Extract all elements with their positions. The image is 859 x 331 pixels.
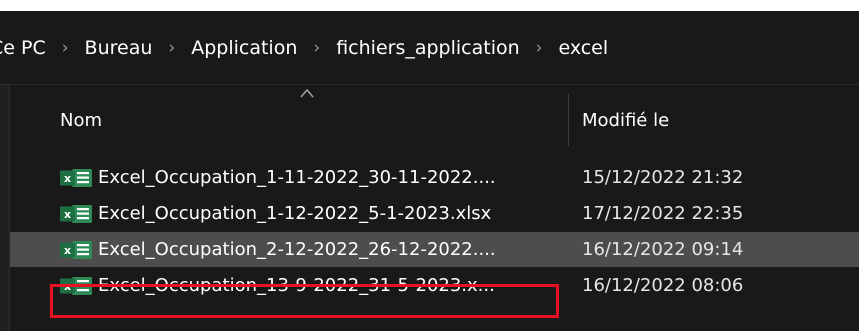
svg-text:x: x (64, 208, 71, 221)
breadcrumb-item-bureau[interactable]: Bureau (85, 37, 153, 59)
chevron-right-icon[interactable]: › (168, 38, 175, 58)
file-modified-date: 17/12/2022 22:35 (582, 203, 744, 224)
file-list: x Excel_Occupation_1-11-2022_30-11-2022.… (10, 160, 859, 304)
breadcrumb-item-excel[interactable]: excel (558, 37, 608, 59)
excel-file-icon: x (60, 240, 92, 259)
file-row-selected[interactable]: x Excel_Occupation_2-12-2022_26-12-2022.… (10, 232, 859, 267)
excel-file-icon: x (60, 168, 92, 187)
file-modified-date: 16/12/2022 09:14 (582, 239, 744, 260)
chevron-right-icon[interactable]: › (536, 38, 543, 58)
svg-text:x: x (64, 244, 71, 257)
file-name: Excel_Occupation_1-12-2022_5-1-2023.xlsx (98, 203, 492, 224)
file-modified-date: 16/12/2022 08:06 (582, 275, 744, 296)
navigation-pane[interactable] (0, 85, 9, 331)
chevron-right-icon[interactable]: › (313, 38, 320, 58)
file-row[interactable]: x Excel_Occupation_1-12-2022_5-1-2023.xl… (10, 196, 859, 231)
column-header-modified[interactable]: Modifié le (582, 85, 842, 155)
excel-file-icon: x (60, 276, 92, 295)
file-name: Excel_Occupation_1-11-2022_30-11-2022...… (98, 167, 496, 188)
file-modified-date: 15/12/2022 21:32 (582, 167, 744, 188)
chevron-right-icon[interactable]: › (62, 38, 69, 58)
file-row[interactable]: x Excel_Occupation_1-11-2022_30-11-2022.… (10, 160, 859, 195)
sort-ascending-icon (300, 88, 314, 98)
window: Ce PC › Bureau › Application › fichiers_… (0, 0, 859, 331)
file-name: Excel_Occupation_13-9-2022_31-5-2023.x..… (98, 275, 495, 296)
svg-text:x: x (64, 172, 71, 185)
breadcrumb[interactable]: Ce PC › Bureau › Application › fichiers_… (0, 11, 859, 84)
breadcrumb-item-fichiers-application[interactable]: fichiers_application (336, 37, 519, 59)
excel-file-icon: x (60, 204, 92, 223)
svg-text:x: x (64, 280, 71, 293)
breadcrumb-item-application[interactable]: Application (191, 37, 297, 59)
file-name: Excel_Occupation_2-12-2022_26-12-2022...… (98, 239, 496, 260)
column-resize-handle[interactable] (568, 94, 569, 146)
file-row[interactable]: x Excel_Occupation_13-9-2022_31-5-2023.x… (10, 268, 859, 303)
breadcrumb-item-ce-pc[interactable]: Ce PC (0, 37, 46, 59)
